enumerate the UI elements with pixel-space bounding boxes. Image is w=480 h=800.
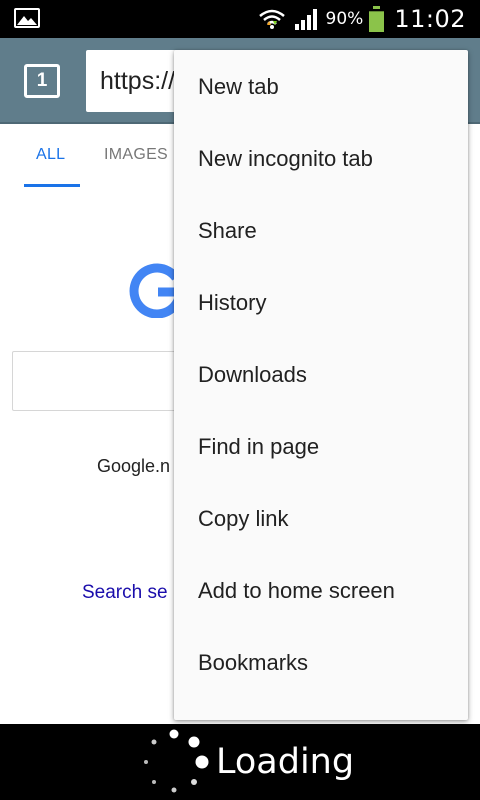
menu-item-label: Bookmarks (198, 650, 309, 675)
menu-item-label: New incognito tab (198, 146, 373, 171)
menu-item-find-in-page[interactable]: Find in page (174, 411, 468, 483)
overflow-menu: New tab New incognito tab Share History … (174, 50, 468, 720)
tab-images[interactable]: IMAGES (104, 146, 168, 164)
battery-percent: 90% (325, 9, 364, 29)
tab-count: 1 (36, 70, 48, 91)
tab-switcher-button[interactable]: 1 (24, 64, 60, 98)
tab-all[interactable]: ALL (36, 146, 65, 164)
menu-item-new-incognito-tab[interactable]: New incognito tab (174, 123, 468, 195)
signal-icon (294, 9, 317, 30)
loading-spinner-icon (144, 729, 209, 793)
menu-item-label: Add to home screen (198, 578, 395, 603)
search-settings-link[interactable]: Search se (82, 582, 168, 604)
menu-item-label: History (198, 290, 267, 315)
status-indicators: 90% 11:02 (258, 0, 466, 38)
status-bar: 90% 11:02 (0, 0, 480, 38)
google-domain-text: Google.n (97, 456, 171, 476)
gallery-icon (14, 8, 40, 28)
loading-label: Loading (216, 742, 355, 782)
menu-item-label: Downloads (198, 362, 307, 387)
menu-item-label: Share (198, 218, 257, 243)
menu-item-new-tab[interactable]: New tab (174, 51, 468, 123)
menu-item-copy-link[interactable]: Copy link (174, 483, 468, 555)
url-text: https:// (100, 66, 176, 95)
clock: 11:02 (394, 5, 466, 33)
battery-icon (369, 6, 385, 32)
menu-item-share[interactable]: Share (174, 195, 468, 267)
menu-item-downloads[interactable]: Downloads (174, 339, 468, 411)
menu-item-label: Find in page (198, 434, 320, 459)
menu-item-bookmarks[interactable]: Bookmarks (174, 627, 468, 699)
wifi-icon (258, 9, 285, 29)
menu-item-history[interactable]: History (174, 267, 468, 339)
menu-item-label: New tab (198, 74, 279, 99)
active-tab-indicator (24, 184, 80, 187)
menu-item-add-to-home-screen[interactable]: Add to home screen (174, 555, 468, 627)
menu-item-label: Copy link (198, 506, 289, 531)
